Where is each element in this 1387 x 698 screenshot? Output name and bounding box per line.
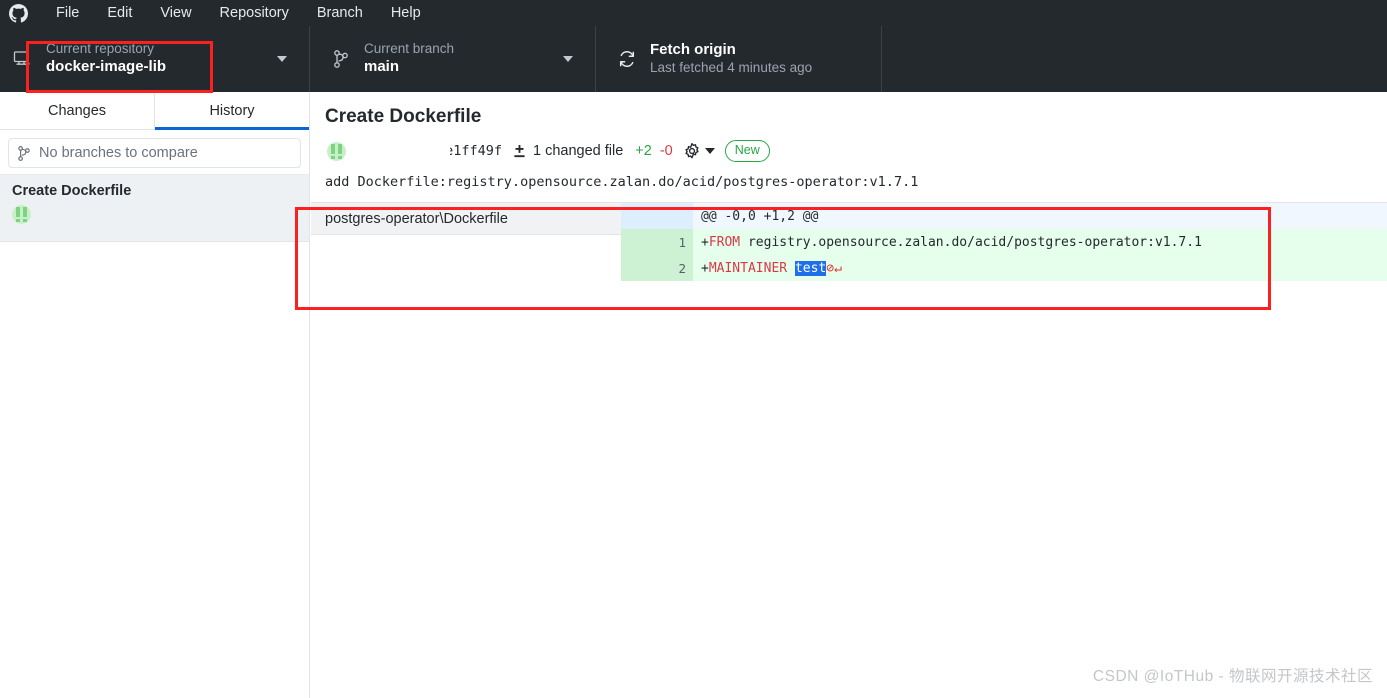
menu-item-file[interactable]: File [42, 3, 93, 23]
menu-item-view[interactable]: View [146, 3, 205, 23]
diff-hunk-row: @@ -0,0 +1,2 @@ [621, 203, 1387, 229]
page-title: Create Dockerfile [325, 106, 482, 127]
main-panel: Create Dockerfile e1ff49f 1 changed file [311, 92, 1387, 698]
gear-icon[interactable] [683, 142, 701, 160]
compare-branch-text: No branches to compare [39, 145, 198, 161]
fetch-origin-button[interactable]: Fetch origin Last fetched 4 minutes ago [596, 26, 882, 92]
menu-item-edit[interactable]: Edit [93, 3, 146, 23]
diff-keyword: MAINTAINER [708, 260, 788, 276]
diff-gutter-old [621, 229, 657, 255]
tab-history[interactable]: History [155, 92, 309, 130]
chevron-down-icon[interactable] [277, 56, 287, 62]
current-repository-label: Current repository [46, 41, 155, 57]
github-desktop-window: File Edit View Repository Branch Help Cu… [0, 0, 1387, 698]
fetch-origin-label: Fetch origin [650, 41, 736, 59]
list-item[interactable]: Create Dockerfile [0, 174, 309, 242]
diff-lines: @@ -0,0 +1,2 @@ 1 + FROM registry.opensou… [621, 203, 1387, 281]
commit-sha[interactable]: e1ff49f [450, 143, 502, 159]
menu-item-branch[interactable]: Branch [303, 3, 377, 23]
diff-gutter-new: 1 [657, 229, 693, 255]
tab-changes-label: Changes [47, 102, 107, 119]
plus-minus-icon [512, 144, 527, 159]
current-branch-label: Current branch [364, 41, 455, 57]
current-repository-value: docker-image-lib [46, 58, 167, 76]
commit-meta: e1ff49f 1 changed file +2 -0 New [327, 138, 1373, 164]
diff-line-rest: registry.opensource.zalan.do/acid/postgr… [740, 234, 1202, 250]
github-logo-icon [8, 3, 28, 23]
control-char-icon: ⊘↵ [826, 260, 842, 276]
tab-changes[interactable]: Changes [0, 92, 155, 129]
diff-gutter-new [657, 203, 693, 229]
branch-icon [328, 48, 354, 70]
branch-icon [17, 145, 31, 162]
sidebar: Changes History No branches to compare C… [0, 92, 310, 698]
diff-file-name: postgres-operator\Dockerfile [325, 210, 508, 227]
current-repository-button[interactable]: Current repository docker-image-lib [0, 26, 310, 92]
diff-gutter-old [621, 255, 657, 281]
current-branch-button[interactable]: Current branch main [310, 26, 596, 92]
additions-count: +2 [635, 143, 652, 159]
sync-icon [614, 48, 640, 70]
repository-icon [10, 48, 36, 70]
menu-bar: File Edit View Repository Branch Help [0, 0, 1387, 26]
current-branch-value: main [364, 58, 400, 76]
diff-line-content: + MAINTAINER test ⊘↵ [693, 255, 1387, 281]
menu-item-help[interactable]: Help [377, 3, 435, 23]
diff-line-row[interactable]: 1 + FROM registry.opensource.zalan.do/aci… [621, 229, 1387, 255]
diff-marker: + [701, 260, 709, 276]
diff-selected-text[interactable]: test [794, 260, 827, 276]
diff-file-header[interactable]: postgres-operator\Dockerfile [311, 203, 666, 235]
compare-branch-input[interactable]: No branches to compare [8, 138, 301, 168]
diff-hunk-header: @@ -0,0 +1,2 @@ [693, 203, 1387, 229]
avatar-identicon [12, 205, 31, 224]
chevron-down-icon[interactable] [563, 56, 573, 62]
menu-item-repository[interactable]: Repository [206, 3, 303, 23]
diff-keyword: FROM [708, 234, 741, 250]
chevron-down-icon[interactable] [704, 148, 715, 154]
diff-marker: + [701, 234, 709, 250]
diff-gutter-new: 2 [657, 255, 693, 281]
diff-viewer: postgres-operator\Dockerfile @@ -0,0 +1,… [311, 203, 1387, 281]
tab-history-label: History [209, 102, 255, 119]
watermark: CSDN @IoTHub - 物联网开源技术社区 [1092, 668, 1373, 685]
changed-files-count: 1 changed file [533, 143, 624, 159]
diff-line-rest [787, 261, 795, 276]
commit-summary: Create Dockerfile e1ff49f 1 changed file [311, 92, 1387, 164]
deletions-count: -0 [659, 143, 673, 159]
toolbar: Current repository docker-image-lib Curr… [0, 26, 1387, 92]
commit-description: add Dockerfile:registry.opensource.zalan… [311, 164, 1387, 203]
fetch-origin-status: Last fetched 4 minutes ago [650, 59, 813, 75]
diff-line-row[interactable]: 2 + MAINTAINER test ⊘↵ [621, 255, 1387, 281]
commit-list-title: Create Dockerfile [12, 183, 132, 199]
compare-branch-section: No branches to compare [0, 130, 309, 174]
diff-gutter-old [621, 203, 657, 229]
sidebar-tabs: Changes History [0, 92, 309, 130]
avatar-identicon [327, 141, 346, 161]
diff-line-content: + FROM registry.opensource.zalan.do/acid/… [693, 229, 1387, 255]
status-badge: New [724, 140, 770, 162]
